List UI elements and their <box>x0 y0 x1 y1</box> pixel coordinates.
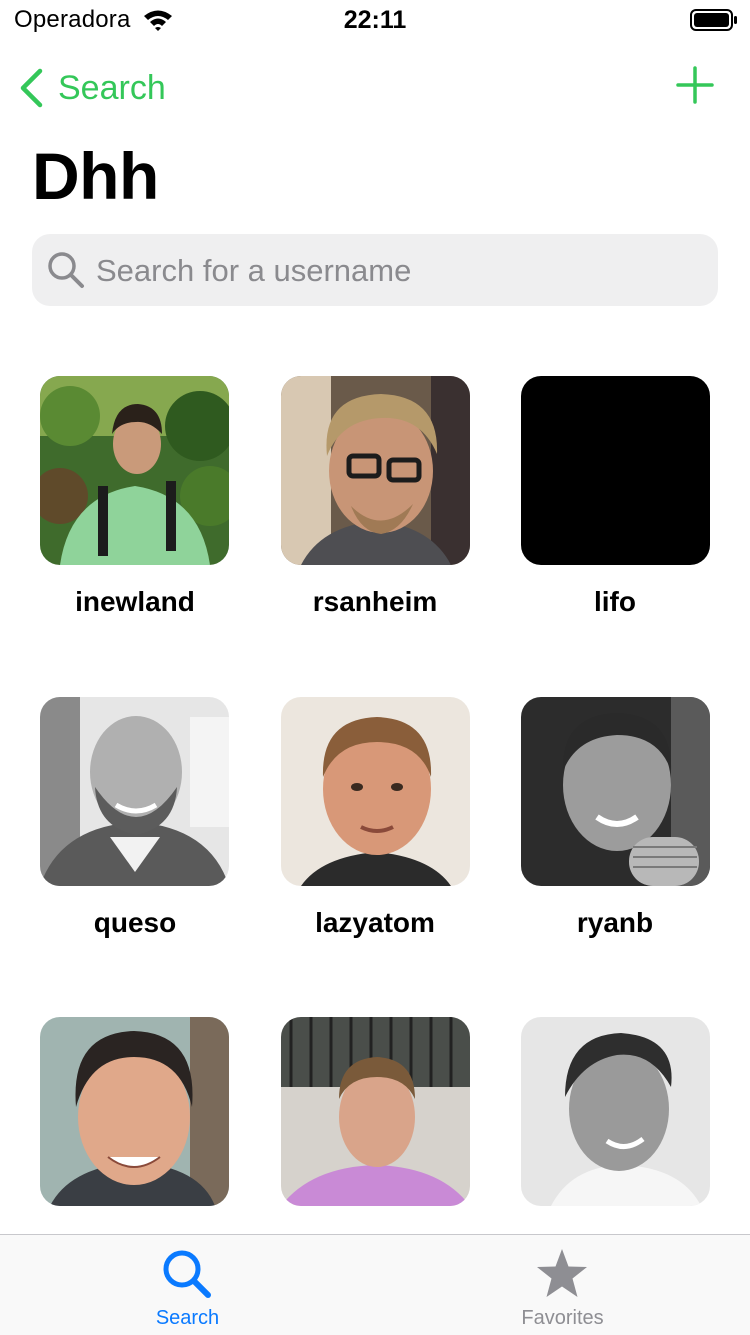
user-avatar <box>521 697 710 886</box>
user-cell[interactable]: lifo <box>495 376 735 676</box>
username-label: lifo <box>594 586 636 617</box>
username-label: ryanb <box>576 907 654 938</box>
username-label: rsanheim <box>312 586 438 617</box>
tab-favorites-label: Favorites <box>521 1307 604 1329</box>
navigation-bar: Search <box>0 58 750 118</box>
user-avatar <box>281 697 470 886</box>
user-cell[interactable]: inewland <box>15 376 255 676</box>
status-bar: Operadora 22:11 <box>0 0 750 40</box>
user-avatar <box>281 1017 470 1206</box>
search-icon <box>48 252 84 288</box>
user-cell[interactable] <box>495 1017 735 1234</box>
user-cell[interactable]: queso <box>15 697 255 997</box>
user-cell[interactable] <box>255 1017 495 1234</box>
star-icon <box>537 1249 587 1297</box>
add-icon[interactable] <box>676 66 714 104</box>
username-label: queso <box>93 907 177 938</box>
chevron-left-icon <box>20 68 43 108</box>
tab-favorites[interactable]: Favorites <box>375 1235 750 1335</box>
user-cell[interactable] <box>15 1017 255 1234</box>
tab-bar: Search Favorites <box>0 1234 750 1335</box>
user-grid: inewland rsanheim lifo queso lazyatom ry… <box>0 376 750 1234</box>
page-title: Dhh <box>32 139 159 213</box>
back-button-label: Search <box>58 68 166 107</box>
battery-icon <box>690 9 737 31</box>
user-avatar <box>40 697 229 886</box>
search-field[interactable] <box>32 234 718 306</box>
search-icon <box>163 1250 211 1298</box>
search-input[interactable] <box>94 246 698 296</box>
username-label: lazyatom <box>315 907 435 938</box>
user-avatar <box>40 1017 229 1206</box>
back-button[interactable]: Search <box>18 64 166 112</box>
user-avatar <box>40 376 229 565</box>
user-cell[interactable]: rsanheim <box>255 376 495 676</box>
username-label: inewland <box>75 586 195 617</box>
user-cell[interactable]: ryanb <box>495 697 735 997</box>
user-avatar <box>521 376 710 565</box>
status-time: 22:11 <box>343 6 407 34</box>
user-cell[interactable]: lazyatom <box>255 697 495 997</box>
user-avatar <box>281 376 470 565</box>
user-avatar <box>521 1017 710 1206</box>
tab-search-label: Search <box>155 1307 220 1329</box>
tab-search[interactable]: Search <box>0 1235 375 1335</box>
